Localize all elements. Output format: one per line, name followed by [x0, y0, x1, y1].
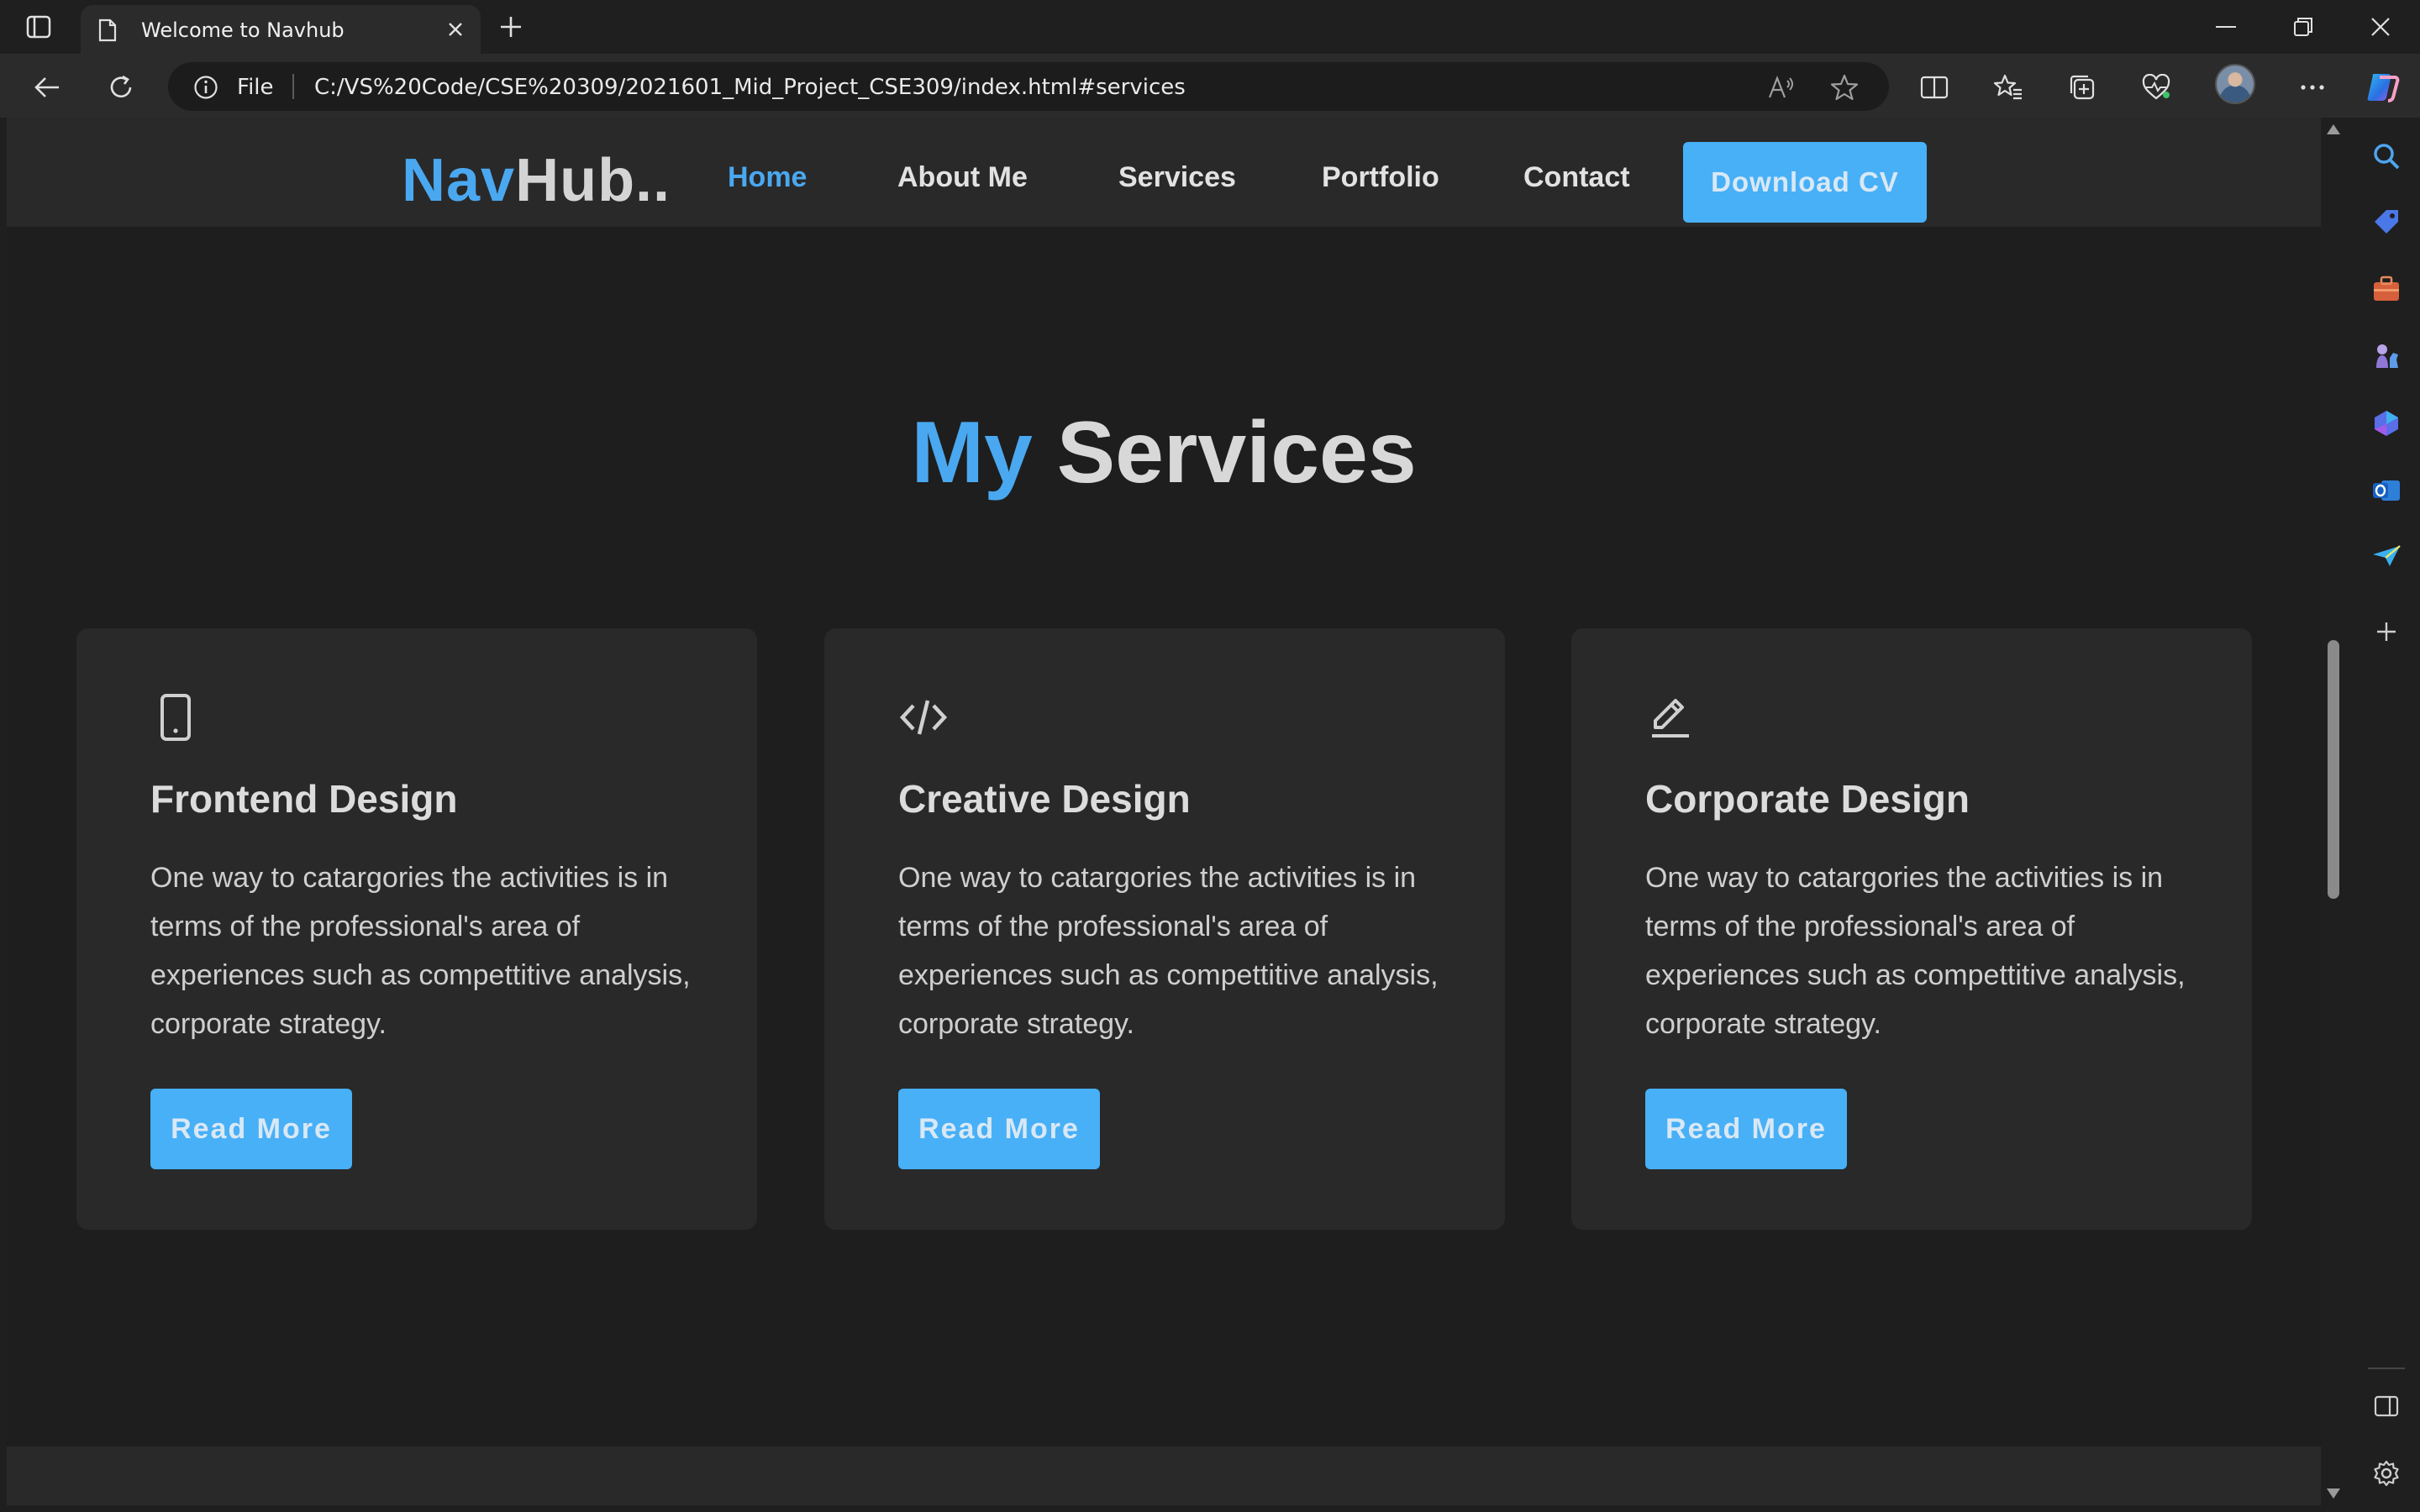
tab-actions-icon[interactable] [22, 12, 55, 42]
read-more-button[interactable]: Read More [150, 1089, 352, 1169]
logo-hub-text: Hub.. [515, 147, 671, 214]
search-icon[interactable] [2368, 138, 2405, 175]
favorites-icon[interactable] [1990, 69, 2027, 106]
read-more-button[interactable]: Read More [1645, 1089, 1847, 1169]
shopping-tag-icon[interactable] [2368, 203, 2405, 240]
url-text[interactable]: C:/VS%20Code/CSE%20309/2021601_Mid_Proje… [314, 75, 1186, 100]
hide-sidebar-icon[interactable] [2368, 1388, 2405, 1425]
refresh-icon[interactable] [103, 69, 139, 106]
nav-portfolio[interactable]: Portfolio [1322, 161, 1439, 194]
tab-strip: Welcome to Navhub [0, 0, 2420, 54]
read-more-button[interactable]: Read More [898, 1089, 1100, 1169]
scroll-down-icon[interactable] [2327, 1488, 2340, 1499]
minimize-icon[interactable] [2188, 7, 2264, 47]
next-section [7, 1446, 2321, 1505]
card-title: Corporate Design [1645, 777, 1970, 821]
add-favorite-star-icon[interactable] [1828, 71, 1861, 104]
service-card-corporate: Corporate Design One way to catargories … [1571, 628, 2252, 1230]
code-icon [898, 692, 949, 743]
back-icon[interactable] [29, 69, 66, 106]
title-accent: My [911, 404, 1033, 501]
card-text: One way to catargories the activities is… [898, 862, 1439, 1040]
scroll-up-icon[interactable] [2327, 124, 2340, 134]
page-viewport: NavHub.. Home About Me Services Portfoli… [7, 118, 2321, 1505]
address-divider [292, 74, 294, 99]
more-options-icon[interactable] [2294, 69, 2331, 106]
card-text: One way to catargories the activities is… [150, 862, 691, 1040]
settings-gear-icon[interactable] [2368, 1455, 2405, 1492]
tab-title: Welcome to Navhub [141, 18, 345, 42]
nav-contact[interactable]: Contact [1523, 161, 1630, 194]
service-card-frontend: Frontend Design One way to catargories t… [76, 628, 757, 1230]
site-logo[interactable]: NavHub.. [402, 146, 671, 215]
card-text: One way to catargories the activities is… [1645, 862, 2186, 1040]
sidebar-divider [2368, 1368, 2405, 1369]
split-screen-icon[interactable] [1916, 69, 1953, 106]
logo-nav-text: Nav [402, 147, 516, 214]
active-tab[interactable]: Welcome to Navhub [81, 5, 481, 54]
services-section: My Services Frontend Design One way to c… [7, 227, 2321, 1446]
close-window-icon[interactable] [2343, 7, 2418, 47]
download-cv-button[interactable]: Download CV [1683, 142, 1927, 223]
new-tab-icon[interactable] [494, 10, 528, 44]
browser-toolbar: File C:/VS%20Code/CSE%20309/2021601_Mid_… [0, 54, 2420, 118]
close-tab-icon[interactable] [442, 16, 469, 43]
card-title: Frontend Design [150, 777, 458, 821]
drop-send-icon[interactable] [2368, 538, 2405, 575]
scrollbar-thumb[interactable] [2328, 640, 2339, 899]
service-card-creative: Creative Design One way to catargories t… [824, 628, 1505, 1230]
title-rest: Services [1056, 404, 1417, 501]
games-chess-icon[interactable] [2368, 338, 2405, 375]
nav-services[interactable]: Services [1118, 161, 1236, 194]
collections-icon[interactable] [2064, 69, 2101, 106]
microsoft-365-icon[interactable] [2368, 405, 2405, 442]
card-title: Creative Design [898, 777, 1191, 821]
section-title: My Services [7, 403, 2321, 503]
outlook-icon[interactable] [2368, 472, 2405, 509]
profile-avatar[interactable] [2215, 64, 2255, 104]
pen-icon [1645, 692, 1696, 743]
address-bar[interactable]: File C:/VS%20Code/CSE%20309/2021601_Mid_… [168, 62, 1889, 111]
browser-essentials-icon[interactable] [2138, 69, 2175, 106]
nav-about[interactable]: About Me [897, 161, 1028, 194]
restore-icon[interactable] [2265, 7, 2341, 47]
add-sidebar-app-icon[interactable] [2368, 613, 2405, 650]
page-icon [97, 18, 118, 45]
info-icon[interactable] [193, 75, 218, 103]
tools-briefcase-icon[interactable] [2368, 270, 2405, 307]
page-scrollbar[interactable] [2321, 118, 2346, 1505]
site-header: NavHub.. Home About Me Services Portfoli… [7, 118, 2321, 227]
site-info-label[interactable]: File [237, 75, 274, 100]
copilot-icon[interactable] [2365, 69, 2402, 106]
tablet-icon [150, 692, 201, 743]
browser-window: Welcome to Navhub File C:/VS%20Code/CSE%… [0, 0, 2420, 1512]
edge-sidebar [2353, 118, 2420, 1512]
read-aloud-icon[interactable] [1765, 71, 1798, 104]
nav-home[interactable]: Home [728, 161, 807, 194]
